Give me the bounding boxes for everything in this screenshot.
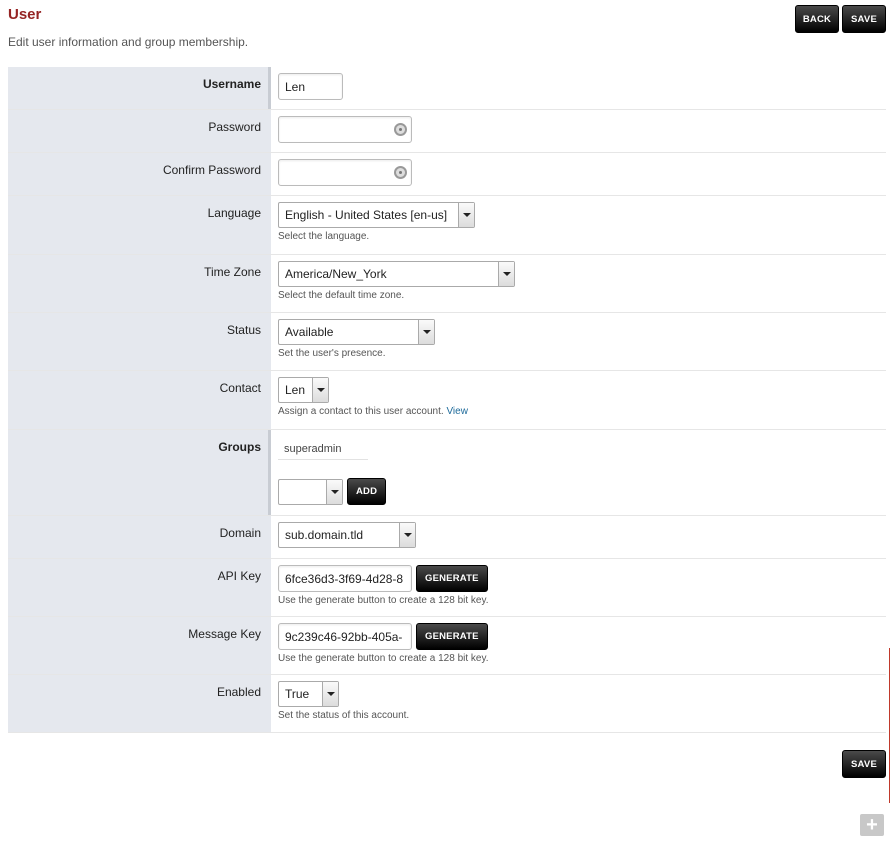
- message-key-input[interactable]: 9c239c46-92bb-405a-: [278, 623, 412, 650]
- confirm-password-label: Confirm Password: [8, 153, 271, 195]
- save-button-top[interactable]: SAVE: [842, 5, 886, 33]
- row-domain: Domain sub.domain.tld: [8, 516, 886, 559]
- time-zone-select[interactable]: America/New_York: [278, 261, 515, 287]
- generate-api-key-button[interactable]: GENERATE: [416, 565, 488, 592]
- status-label: Status: [8, 313, 271, 370]
- contact-select[interactable]: Len: [278, 377, 329, 403]
- enabled-hint: Set the status of this account.: [278, 710, 410, 721]
- contact-hint: Assign a contact to this user account. V…: [278, 406, 886, 417]
- time-zone-label: Time Zone: [8, 255, 271, 312]
- language-hint: Select the language.: [278, 231, 370, 242]
- enabled-value: True: [285, 687, 310, 701]
- row-confirm-password: Confirm Password: [8, 153, 886, 196]
- row-language: Language English - United States [en-us]…: [8, 196, 886, 255]
- language-value: English - United States [en-us]: [285, 208, 448, 222]
- plus-icon[interactable]: +: [860, 814, 884, 836]
- status-hint: Set the user's presence.: [278, 348, 386, 359]
- chevron-down-icon[interactable]: [498, 262, 514, 286]
- user-form: Username Len Password Confirm Password L…: [8, 67, 886, 733]
- message-key-label: Message Key: [8, 617, 271, 674]
- chevron-down-icon[interactable]: [399, 523, 415, 547]
- divider-line: [889, 648, 890, 803]
- row-groups: Groups superadmin ADD: [8, 430, 886, 516]
- row-status: Status Available Set the user's presence…: [8, 313, 886, 371]
- time-zone-value: America/New_York: [285, 267, 387, 281]
- status-value: Available: [285, 325, 334, 339]
- contact-view-link[interactable]: View: [446, 406, 468, 417]
- row-time-zone: Time Zone America/New_York Select the de…: [8, 255, 886, 313]
- domain-select[interactable]: sub.domain.tld: [278, 522, 416, 548]
- api-key-input[interactable]: 6fce36d3-3f69-4d28-8: [278, 565, 412, 592]
- domain-label: Domain: [8, 516, 271, 558]
- chevron-down-icon[interactable]: [322, 682, 338, 706]
- page-description: Edit user information and group membersh…: [8, 35, 249, 49]
- password-label: Password: [8, 110, 271, 152]
- group-select[interactable]: [278, 478, 343, 505]
- save-button-bottom[interactable]: SAVE: [842, 750, 886, 778]
- page-title: User: [8, 6, 42, 23]
- row-username: Username Len: [8, 67, 886, 110]
- time-zone-hint: Select the default time zone.: [278, 290, 405, 301]
- api-key-label: API Key: [8, 559, 271, 616]
- contact-hint-text: Assign a contact to this user account.: [278, 406, 444, 417]
- add-group-button[interactable]: ADD: [347, 478, 387, 505]
- row-contact: Contact Len Assign a contact to this use…: [8, 371, 886, 430]
- chevron-down-icon[interactable]: [418, 320, 434, 344]
- contact-value: Len: [285, 383, 306, 397]
- generate-message-key-button[interactable]: GENERATE: [416, 623, 488, 650]
- row-api-key: API Key 6fce36d3-3f69-4d28-8 GENERATE Us…: [8, 559, 886, 617]
- eye-icon[interactable]: [394, 123, 407, 136]
- chevron-down-icon[interactable]: [458, 203, 474, 227]
- chevron-down-icon[interactable]: [312, 378, 328, 402]
- groups-label: Groups: [8, 430, 271, 515]
- row-enabled: Enabled True Set the status of this acco…: [8, 675, 886, 733]
- message-key-hint: Use the generate button to create a 128 …: [278, 653, 489, 664]
- chevron-down-icon[interactable]: [326, 479, 342, 504]
- contact-label: Contact: [8, 371, 271, 429]
- status-select[interactable]: Available: [278, 319, 435, 345]
- confirm-password-input[interactable]: [278, 159, 412, 186]
- api-key-hint: Use the generate button to create a 128 …: [278, 595, 489, 606]
- enabled-label: Enabled: [8, 675, 271, 732]
- group-item: superadmin: [278, 434, 368, 460]
- username-input[interactable]: Len: [278, 73, 343, 100]
- row-password: Password: [8, 110, 886, 153]
- username-label: Username: [8, 67, 271, 109]
- language-select[interactable]: English - United States [en-us]: [278, 202, 475, 228]
- domain-value: sub.domain.tld: [285, 528, 364, 542]
- back-button[interactable]: BACK: [795, 5, 839, 33]
- eye-icon[interactable]: [394, 166, 407, 179]
- language-label: Language: [8, 196, 271, 254]
- password-input[interactable]: [278, 116, 412, 143]
- enabled-select[interactable]: True: [278, 681, 339, 707]
- row-message-key: Message Key 9c239c46-92bb-405a- GENERATE…: [8, 617, 886, 675]
